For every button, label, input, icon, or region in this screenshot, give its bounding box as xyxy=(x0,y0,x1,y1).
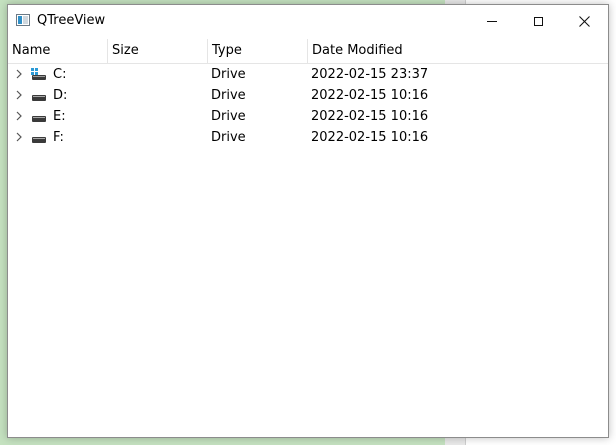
window-title: QTreeView xyxy=(37,13,106,28)
tree-row[interactable]: F: Drive 2022-02-15 10:16 xyxy=(8,127,608,148)
row-name: F: xyxy=(53,130,64,145)
minimize-button[interactable] xyxy=(469,5,515,37)
title-bar[interactable]: QTreeView xyxy=(8,5,608,37)
row-name: E: xyxy=(53,109,66,124)
expand-chevron-icon[interactable] xyxy=(13,110,25,122)
close-button[interactable] xyxy=(561,5,607,37)
drive-icon xyxy=(31,131,47,144)
maximize-button[interactable] xyxy=(515,5,561,37)
row-date-modified: 2022-02-15 10:16 xyxy=(311,109,429,124)
system-drive-icon xyxy=(31,68,47,81)
tree-row[interactable]: D: Drive 2022-02-15 10:16 xyxy=(8,85,608,106)
row-name: C: xyxy=(53,67,67,82)
maximize-icon xyxy=(533,16,543,26)
row-type: Drive xyxy=(211,130,246,145)
expand-chevron-icon[interactable] xyxy=(13,131,25,143)
expand-chevron-icon[interactable] xyxy=(13,89,25,101)
header-name[interactable]: Name xyxy=(8,39,108,63)
header-type[interactable]: Type xyxy=(208,39,308,63)
tree-row[interactable]: C: Drive 2022-02-15 23:37 xyxy=(8,64,608,85)
row-date-modified: 2022-02-15 10:16 xyxy=(311,130,429,145)
expand-chevron-icon[interactable] xyxy=(13,68,25,80)
header-date-modified[interactable]: Date Modified xyxy=(308,39,608,63)
row-date-modified: 2022-02-15 23:37 xyxy=(311,67,429,82)
row-type: Drive xyxy=(211,67,246,82)
close-icon xyxy=(578,15,590,27)
row-name: D: xyxy=(53,88,68,103)
row-type: Drive xyxy=(211,88,246,103)
tree-header: Name Size Type Date Modified xyxy=(8,39,608,64)
row-type: Drive xyxy=(211,109,246,124)
drive-icon xyxy=(31,89,47,102)
tree-row[interactable]: E: Drive 2022-02-15 10:16 xyxy=(8,106,608,127)
row-date-modified: 2022-02-15 10:16 xyxy=(311,88,429,103)
minimize-icon xyxy=(487,20,497,22)
app-icon xyxy=(16,14,30,26)
drive-icon xyxy=(31,110,47,123)
qtreeview-window: QTreeView Name Size Type Date Modified C… xyxy=(7,4,609,438)
header-size[interactable]: Size xyxy=(108,39,208,63)
